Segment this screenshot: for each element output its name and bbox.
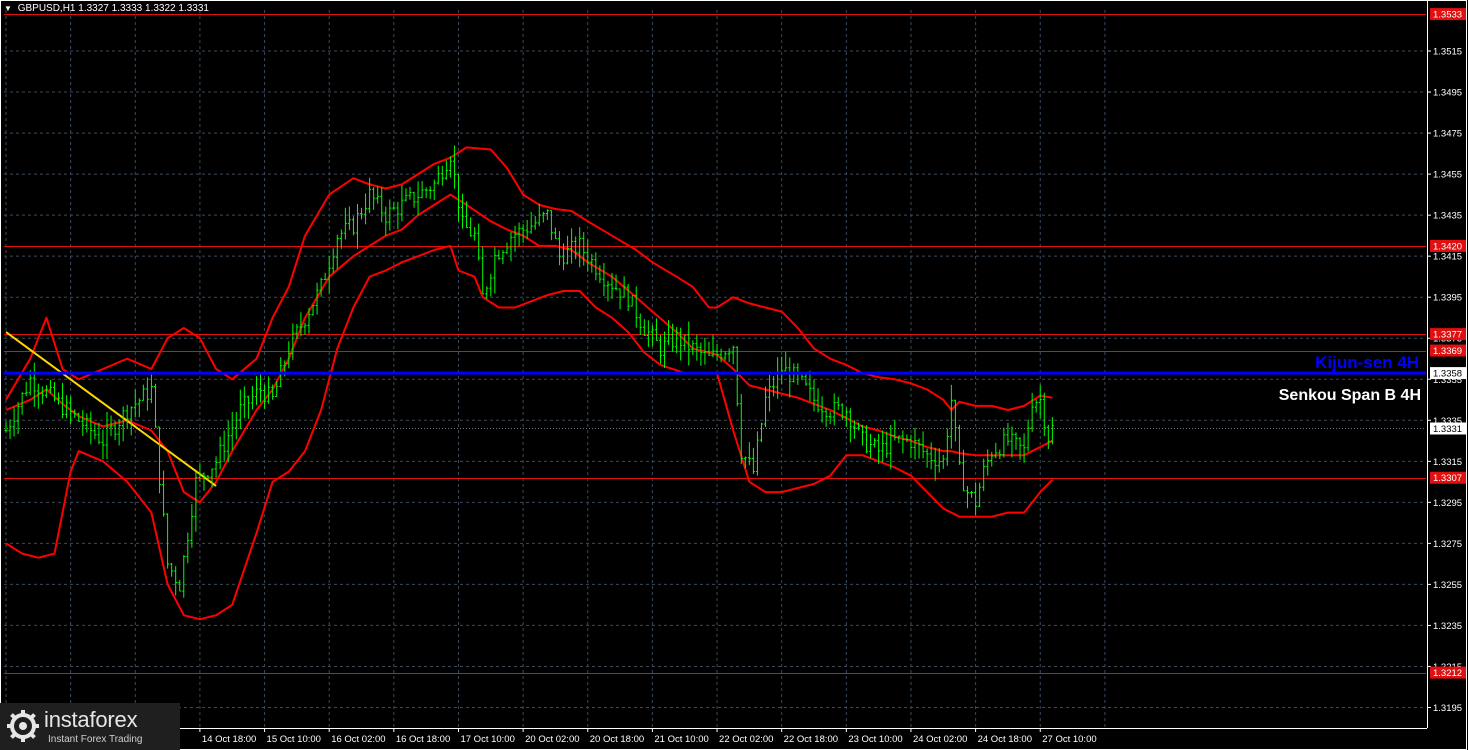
ohlc-readout: 1.3327 1.3333 1.3322 1.3331 — [78, 3, 209, 14]
y-tick-label: 1.3255 — [1433, 580, 1462, 591]
level-price-label: 1.3420 — [1433, 241, 1462, 252]
x-tick-label: 27 Oct 10:00 — [1042, 734, 1096, 745]
x-tick-label: 15 Oct 10:00 — [267, 734, 321, 745]
x-tick-label: 24 Oct 02:00 — [913, 734, 967, 745]
logo-name: instaforex — [44, 707, 138, 732]
x-tick-label: 17 Oct 10:00 — [460, 734, 514, 745]
senkou-annotation: Senkou Span B 4H — [1279, 387, 1421, 404]
y-tick-label: 1.3235 — [1433, 621, 1462, 632]
y-tick-label: 1.3515 — [1433, 47, 1462, 58]
y-tick-label: 1.3195 — [1433, 703, 1462, 714]
y-tick-label: 1.3495 — [1433, 88, 1462, 99]
y-tick-label: 1.3295 — [1433, 498, 1462, 509]
y-tick-label: 1.3475 — [1433, 129, 1462, 140]
level-price-label: 1.3369 — [1433, 346, 1462, 357]
x-tick-label: 24 Oct 18:00 — [978, 734, 1032, 745]
y-tick-label: 1.3275 — [1433, 539, 1462, 550]
chart-header: ▼ GBPUSD,H1 1.3327 1.3333 1.3322 1.3331 — [4, 3, 209, 14]
collapse-triangle-icon[interactable]: ▼ — [4, 4, 12, 13]
kijun-price-label: 1.3358 — [1433, 369, 1462, 380]
level-price-label: 1.3533 — [1433, 10, 1462, 21]
logo-gear-icon — [7, 710, 39, 742]
symbol-label: GBPUSD,H1 — [17, 3, 76, 14]
y-tick-label: 1.3455 — [1433, 170, 1462, 181]
current-price-label: 1.3331 — [1433, 424, 1462, 435]
y-tick-label: 1.3315 — [1433, 457, 1462, 468]
x-tick-label: 14 Oct 18:00 — [202, 734, 256, 745]
x-tick-label: 20 Oct 02:00 — [525, 734, 579, 745]
x-tick-label: 16 Oct 02:00 — [331, 734, 385, 745]
chart-background — [0, 0, 1468, 750]
logo-tagline: Instant Forex Trading — [48, 734, 143, 745]
x-tick-label: 20 Oct 18:00 — [590, 734, 644, 745]
y-tick-label: 1.3435 — [1433, 211, 1462, 222]
x-tick-label: 23 Oct 10:00 — [848, 734, 902, 745]
x-tick-label: 16 Oct 18:00 — [396, 734, 450, 745]
x-tick-label: 22 Oct 02:00 — [719, 734, 773, 745]
x-tick-label: 22 Oct 18:00 — [784, 734, 838, 745]
level-price-label: 1.3377 — [1433, 330, 1462, 341]
level-price-label: 1.3212 — [1433, 668, 1462, 679]
x-tick-label: 21 Oct 10:00 — [654, 734, 708, 745]
level-price-label: 1.3307 — [1433, 473, 1462, 484]
y-tick-label: 1.3415 — [1433, 252, 1462, 263]
kijun-annotation: Kijun-sen 4H — [1315, 353, 1419, 372]
instaforex-logo: instaforex Instant Forex Trading — [0, 703, 180, 750]
y-tick-label: 1.3395 — [1433, 293, 1462, 304]
price-chart[interactable]: 1.31951.32151.32351.32551.32751.32951.33… — [0, 0, 1468, 750]
